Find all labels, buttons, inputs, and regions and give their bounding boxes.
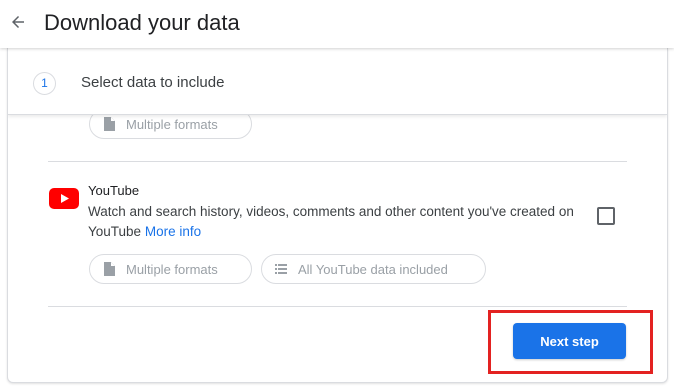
divider (48, 306, 627, 307)
page-title: Download your data (44, 10, 240, 35)
youtube-logo-icon (49, 188, 79, 209)
download-data-page: Download your data 1 Select data to incl… (0, 0, 674, 387)
data-scope-chip[interactable]: All YouTube data included (261, 254, 486, 284)
back-button[interactable] (4, 8, 32, 36)
chip-label: Multiple formats (126, 261, 218, 277)
chip-label: All YouTube data included (298, 261, 448, 277)
youtube-select-checkbox[interactable] (597, 207, 615, 225)
step-number: 1 (33, 72, 56, 95)
more-info-link[interactable]: More info (145, 224, 201, 239)
format-chip[interactable]: Multiple formats (89, 254, 252, 284)
step-header[interactable]: 1 Select data to include (8, 48, 667, 115)
chip-label: Multiple formats (126, 116, 218, 132)
divider (48, 161, 627, 162)
step-title: Select data to include (81, 74, 225, 91)
product-description: Watch and search history, videos, commen… (88, 202, 593, 242)
arrow-back-icon (12, 16, 24, 28)
next-step-button[interactable]: Next step (513, 323, 626, 359)
list-icon (274, 261, 288, 277)
file-icon (102, 116, 116, 132)
file-icon (102, 261, 116, 277)
top-bar: Download your data (0, 0, 674, 48)
export-card: 1 Select data to include Multiple format… (7, 48, 668, 383)
product-name: YouTube (88, 183, 140, 198)
